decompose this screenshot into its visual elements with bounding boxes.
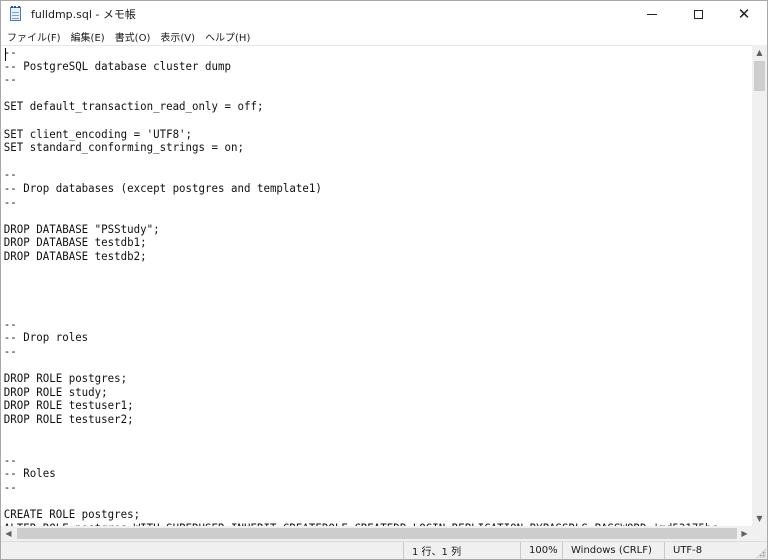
editor-content[interactable]: -- -- PostgreSQL database cluster dump -… xyxy=(1,46,718,526)
menu-file[interactable]: ファイル(F) xyxy=(1,27,66,45)
menu-help[interactable]: ヘルプ(H) xyxy=(200,27,255,45)
menu-edit[interactable]: 編集(E) xyxy=(66,27,110,45)
status-line-ending: Windows (CRLF) xyxy=(562,542,664,559)
text-editor[interactable]: -- -- PostgreSQL database cluster dump -… xyxy=(1,45,752,526)
scroll-left-icon[interactable]: ◀ xyxy=(1,526,16,541)
resize-grip-icon[interactable] xyxy=(756,548,766,558)
notepad-window: fulldmp.sql - メモ帳 ✕ ファイル(F) 編集(E) 書式(O) … xyxy=(0,0,768,560)
window-controls: ✕ xyxy=(629,1,767,27)
scroll-right-icon[interactable]: ▶ xyxy=(737,526,752,541)
window-title: fulldmp.sql - メモ帳 xyxy=(31,8,136,21)
close-icon: ✕ xyxy=(737,4,751,23)
vertical-scrollbar[interactable]: ▲ ▼ xyxy=(752,45,767,526)
scroll-down-icon[interactable]: ▼ xyxy=(752,511,767,526)
maximize-icon xyxy=(693,9,703,19)
horizontal-scroll-thumb[interactable] xyxy=(17,528,737,539)
minimize-button[interactable] xyxy=(629,1,675,27)
status-zoom: 100% xyxy=(520,542,562,559)
text-caret xyxy=(5,48,6,61)
status-encoding: UTF-8 xyxy=(664,542,754,559)
scroll-corner xyxy=(752,526,767,541)
vertical-scroll-thumb[interactable] xyxy=(754,61,765,91)
horizontal-scrollbar[interactable]: ◀ ▶ xyxy=(1,526,752,541)
close-button[interactable]: ✕ xyxy=(721,1,767,27)
minimize-icon xyxy=(647,13,657,15)
menu-view[interactable]: 表示(V) xyxy=(155,27,200,45)
maximize-button[interactable] xyxy=(675,1,721,27)
notepad-icon xyxy=(9,6,23,22)
menu-bar: ファイル(F) 編集(E) 書式(O) 表示(V) ヘルプ(H) xyxy=(1,27,767,45)
status-cursor-position: 1 行、1 列 xyxy=(403,542,515,559)
scroll-up-icon[interactable]: ▲ xyxy=(752,45,767,60)
status-bar: 1 行、1 列 100% Windows (CRLF) UTF-8 xyxy=(1,541,767,559)
title-bar[interactable]: fulldmp.sql - メモ帳 ✕ xyxy=(1,1,767,27)
menu-format[interactable]: 書式(O) xyxy=(110,27,156,45)
